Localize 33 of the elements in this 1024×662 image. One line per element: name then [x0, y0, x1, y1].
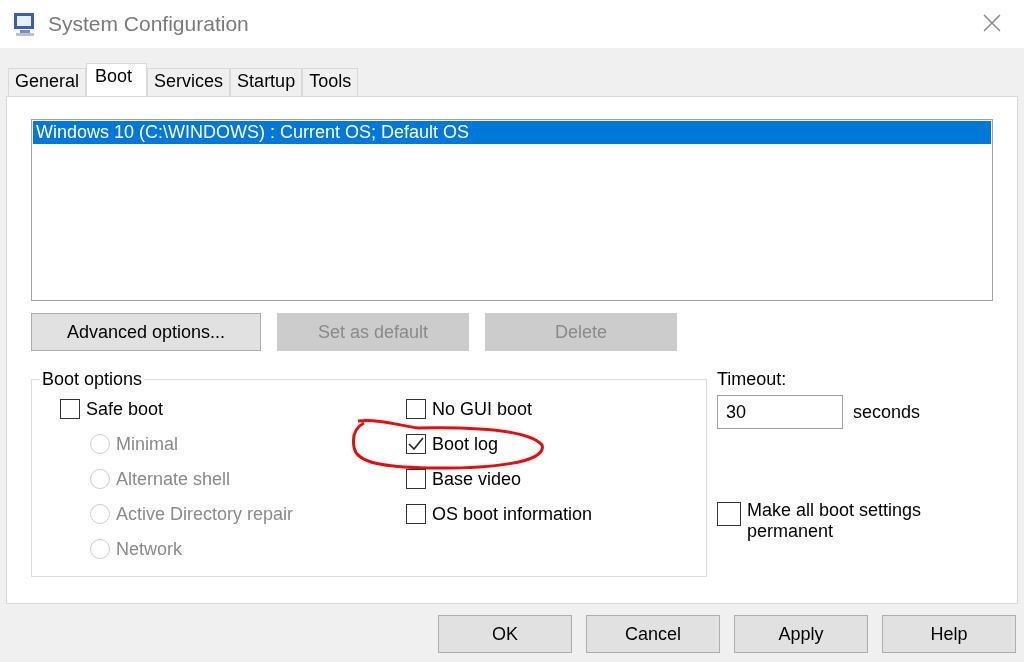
option-label: Alternate shell — [116, 468, 231, 490]
list-item[interactable]: Windows 10 (C:\WINDOWS) : Current OS; Default OS — [33, 121, 991, 144]
seconds-label: seconds — [853, 401, 921, 423]
option-label: Network — [116, 538, 182, 560]
tab[interactable]: Services — [147, 68, 231, 96]
dialog-button[interactable]: OK — [438, 615, 572, 653]
tab[interactable]: Boot — [86, 63, 148, 97]
checkbox[interactable] — [406, 399, 426, 419]
checkbox[interactable] — [406, 434, 426, 454]
option-label: No GUI boot — [432, 398, 533, 420]
window-title: System Configuration — [48, 12, 250, 36]
option-label: Make all boot settings permanent — [747, 500, 923, 542]
option-label: Boot log — [432, 433, 499, 455]
tab[interactable]: Startup — [230, 68, 303, 96]
checkbox[interactable] — [717, 502, 741, 526]
close-icon — [982, 12, 1002, 33]
dialog-button[interactable]: Cancel — [586, 615, 720, 653]
checkbox[interactable] — [406, 469, 426, 489]
group-title: Boot options — [41, 369, 144, 390]
option-label: Safe boot — [86, 398, 164, 420]
tab[interactable]: Tools — [302, 68, 359, 96]
option-label: Active Directory repair — [116, 503, 294, 525]
action-button[interactable]: Advanced options... — [31, 313, 261, 351]
timeout-label: Timeout: — [717, 369, 788, 390]
dialog-button[interactable]: Apply — [734, 615, 868, 653]
option-label: Base video — [432, 468, 522, 490]
option-label: OS boot information — [432, 503, 593, 525]
dialog-button[interactable]: Help — [882, 615, 1016, 653]
checkbox[interactable] — [406, 504, 426, 524]
checkbox[interactable] — [60, 399, 80, 419]
tab[interactable]: General — [8, 68, 87, 96]
timeout-field[interactable]: 30 — [717, 395, 843, 429]
option-label: Minimal — [116, 433, 178, 455]
